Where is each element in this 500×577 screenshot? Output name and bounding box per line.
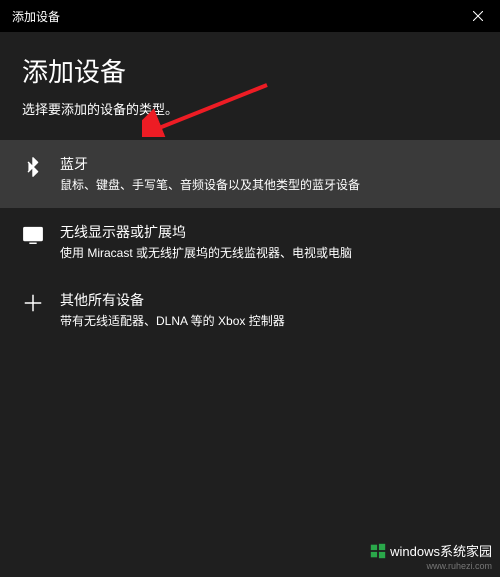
option-desc: 鼠标、键盘、手写笔、音频设备以及其他类型的蓝牙设备 [60, 177, 478, 194]
option-text: 其他所有设备 带有无线适配器、DLNA 等的 Xbox 控制器 [60, 290, 478, 330]
content-area: 添加设备 选择要添加的设备的类型。 蓝牙 鼠标、键盘、手写笔、音频设备以及其他类… [0, 32, 500, 343]
option-bluetooth[interactable]: 蓝牙 鼠标、键盘、手写笔、音频设备以及其他类型的蓝牙设备 [0, 140, 500, 208]
options-list: 蓝牙 鼠标、键盘、手写笔、音频设备以及其他类型的蓝牙设备 无线显示器或扩展坞 使… [0, 140, 500, 343]
close-button[interactable] [455, 0, 500, 32]
page-title: 添加设备 [22, 52, 478, 89]
option-title: 无线显示器或扩展坞 [60, 222, 478, 242]
option-title: 蓝牙 [60, 154, 478, 174]
titlebar: 添加设备 [0, 0, 500, 32]
page-subtitle: 选择要添加的设备的类型。 [22, 99, 478, 118]
titlebar-title: 添加设备 [12, 8, 60, 25]
option-title: 其他所有设备 [60, 290, 478, 310]
watermark-url: www.ruhezi.com [369, 561, 492, 571]
watermark: windows系统家园 www.ruhezi.com [369, 541, 492, 571]
plus-icon [22, 292, 44, 314]
watermark-text: windows系统家园 [390, 541, 492, 560]
watermark-logo-icon [369, 542, 387, 560]
option-wireless-display[interactable]: 无线显示器或扩展坞 使用 Miracast 或无线扩展坞的无线监视器、电视或电脑 [0, 208, 500, 276]
bluetooth-icon [22, 156, 44, 178]
option-desc: 带有无线适配器、DLNA 等的 Xbox 控制器 [60, 313, 478, 330]
option-everything-else[interactable]: 其他所有设备 带有无线适配器、DLNA 等的 Xbox 控制器 [0, 276, 500, 344]
display-icon [22, 224, 44, 246]
option-text: 无线显示器或扩展坞 使用 Miracast 或无线扩展坞的无线监视器、电视或电脑 [60, 222, 478, 262]
close-icon [473, 11, 483, 21]
option-desc: 使用 Miracast 或无线扩展坞的无线监视器、电视或电脑 [60, 245, 478, 262]
option-text: 蓝牙 鼠标、键盘、手写笔、音频设备以及其他类型的蓝牙设备 [60, 154, 478, 194]
